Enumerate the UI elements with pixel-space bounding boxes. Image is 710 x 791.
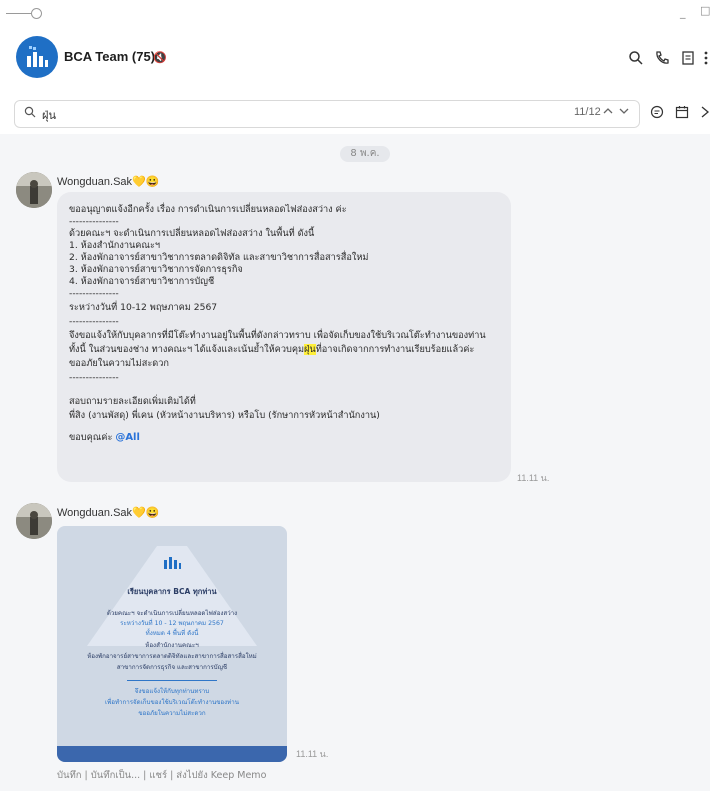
poster-line: ด้วยคณะฯ จะดำเนินการเปลี่ยนหลอดไฟส่องสว่… bbox=[106, 610, 238, 617]
message-time: 11.11 น. bbox=[517, 473, 550, 483]
message-line: พี่สิง (งานพัสดุ) พี่เคน (หัวหน้างานบริห… bbox=[69, 410, 380, 421]
message-line: 1. ห้องสำนักงานคณะฯ bbox=[69, 240, 161, 251]
search-result-count: 11/12 bbox=[574, 106, 601, 118]
mention-all[interactable]: @All bbox=[115, 432, 140, 443]
sender-avatar[interactable] bbox=[16, 172, 52, 208]
message-fragment: ที่อาจเกิดจากการทำงานเรียบร้อยแล้วค่ะ bbox=[315, 344, 475, 355]
chat-icon[interactable] bbox=[650, 105, 664, 119]
message-line: --------------- bbox=[69, 316, 119, 327]
poster-line: ทั้งหมด 4 พื้นที่ ดังนี้ bbox=[145, 630, 199, 637]
message-line: 2. ห้องพักอาจารย์สาขาวิชาการตลาดดิจิทัล … bbox=[69, 252, 369, 263]
poster-line: ห้องพักอาจารย์สาขาการตลาดดิจิทัลและสาขาก… bbox=[87, 653, 257, 660]
message-time: 11.11 น. bbox=[296, 749, 329, 759]
message-bubble[interactable]: ขออนุญาตแจ้งอีกครั้ง เรื่อง การดำเนินการ… bbox=[57, 192, 511, 482]
chevron-down-icon[interactable] bbox=[619, 106, 629, 116]
sender-name[interactable]: Wongduan.Sak💛😀 bbox=[57, 175, 159, 188]
profile-photo-icon bbox=[16, 172, 52, 208]
chevron-up-icon[interactable] bbox=[603, 106, 613, 116]
opacity-slider-handle[interactable] bbox=[31, 8, 42, 19]
search-icon[interactable] bbox=[628, 50, 644, 66]
bca-logo-icon bbox=[164, 557, 181, 569]
window-titlebar: _ □ bbox=[0, 0, 710, 26]
search-field-icon bbox=[24, 106, 36, 118]
profile-photo-icon bbox=[16, 503, 52, 539]
phone-icon[interactable] bbox=[654, 50, 670, 66]
notes-icon[interactable] bbox=[680, 50, 696, 66]
poster-line: ระหว่างวันที่ 10 - 12 พฤษภาคม 2567 bbox=[120, 620, 224, 627]
group-name: BCA Team (75) bbox=[64, 49, 156, 64]
message-line: ขออนุญาตแจ้งอีกครั้ง เรื่อง การดำเนินการ… bbox=[69, 204, 347, 215]
message-fragment: ขอบคุณค่ะ bbox=[69, 432, 113, 443]
poster-divider bbox=[127, 680, 217, 681]
message-line: สอบถามรายละเอียดเพิ่มเติมได้ที่ bbox=[69, 396, 196, 407]
image-attachment[interactable]: เรียนบุคลากร BCA ทุกท่าน ด้วยคณะฯ จะดำเน… bbox=[57, 526, 287, 762]
message-line: ขออภัยในความไม่สะดวก bbox=[69, 358, 169, 369]
more-icon[interactable] bbox=[702, 50, 710, 66]
poster-footer-bar bbox=[57, 746, 287, 762]
maximize-button[interactable]: □ bbox=[700, 4, 710, 17]
image-actions[interactable]: บันทึก | บันทึกเป็น... | แชร์ | ส่งไปยัง… bbox=[57, 768, 266, 783]
message-fragment: ทั้งนี้ ในส่วนของช่าง ทางคณะฯ ได้แจ้งและ… bbox=[69, 344, 305, 355]
search-highlight: ฝุ่น bbox=[304, 344, 316, 355]
mute-icon: 🔇 bbox=[153, 51, 167, 64]
poster-line: ขออภัยในความไม่สะดวก bbox=[138, 710, 206, 717]
message-line: จึงขอแจ้งให้กับบุคลากรที่มีโต๊ะทำงานอยู่… bbox=[69, 330, 486, 341]
poster-line: เพื่อทำการจัดเก็บของใช้บริเวณโต๊ะทำงานขอ… bbox=[105, 699, 239, 706]
spotlight-graphic bbox=[87, 546, 257, 646]
poster-line: สาขาการจัดการธุรกิจ และสาขาการบัญชี bbox=[116, 664, 228, 671]
poster-line: จึงขอแจ้งให้กับทุกท่านทราบ bbox=[134, 688, 210, 695]
search-input[interactable] bbox=[14, 100, 640, 128]
poster-line: ห้องสำนักงานคณะฯ bbox=[145, 642, 199, 649]
group-avatar[interactable] bbox=[16, 36, 58, 78]
bca-logo-icon bbox=[27, 46, 48, 67]
message-line: ระหว่างวันที่ 10-12 พฤษภาคม 2567 bbox=[69, 302, 218, 313]
poster-line: เรียนบุคลากร BCA ทุกท่าน bbox=[127, 587, 217, 596]
message-line: 3. ห้องพักอาจารย์สาขาวิชาการจัดการธุรกิจ bbox=[69, 264, 243, 275]
message-line: --------------- bbox=[69, 288, 119, 299]
sender-avatar[interactable] bbox=[16, 503, 52, 539]
search-query[interactable]: ฝุ่น bbox=[42, 106, 56, 124]
calendar-icon[interactable] bbox=[675, 105, 689, 119]
close-icon[interactable] bbox=[700, 106, 710, 118]
message-line: ทั้งนี้ ในส่วนของช่าง ทางคณะฯ ได้แจ้งและ… bbox=[69, 344, 474, 356]
message-line: --------------- bbox=[69, 216, 119, 227]
minimize-button[interactable]: _ bbox=[680, 6, 686, 19]
message-line: 4. ห้องพักอาจารย์สาขาวิชาการบัญชี bbox=[69, 276, 215, 287]
message-line: --------------- bbox=[69, 372, 119, 383]
message-line: ด้วยคณะฯ จะดำเนินการเปลี่ยนหลอดไฟส่องสว่… bbox=[69, 228, 315, 239]
date-separator: 8 พ.ค. bbox=[340, 146, 390, 162]
sender-name[interactable]: Wongduan.Sak💛😀 bbox=[57, 506, 159, 519]
message-line: ขอบคุณค่ะ @All bbox=[69, 432, 140, 444]
